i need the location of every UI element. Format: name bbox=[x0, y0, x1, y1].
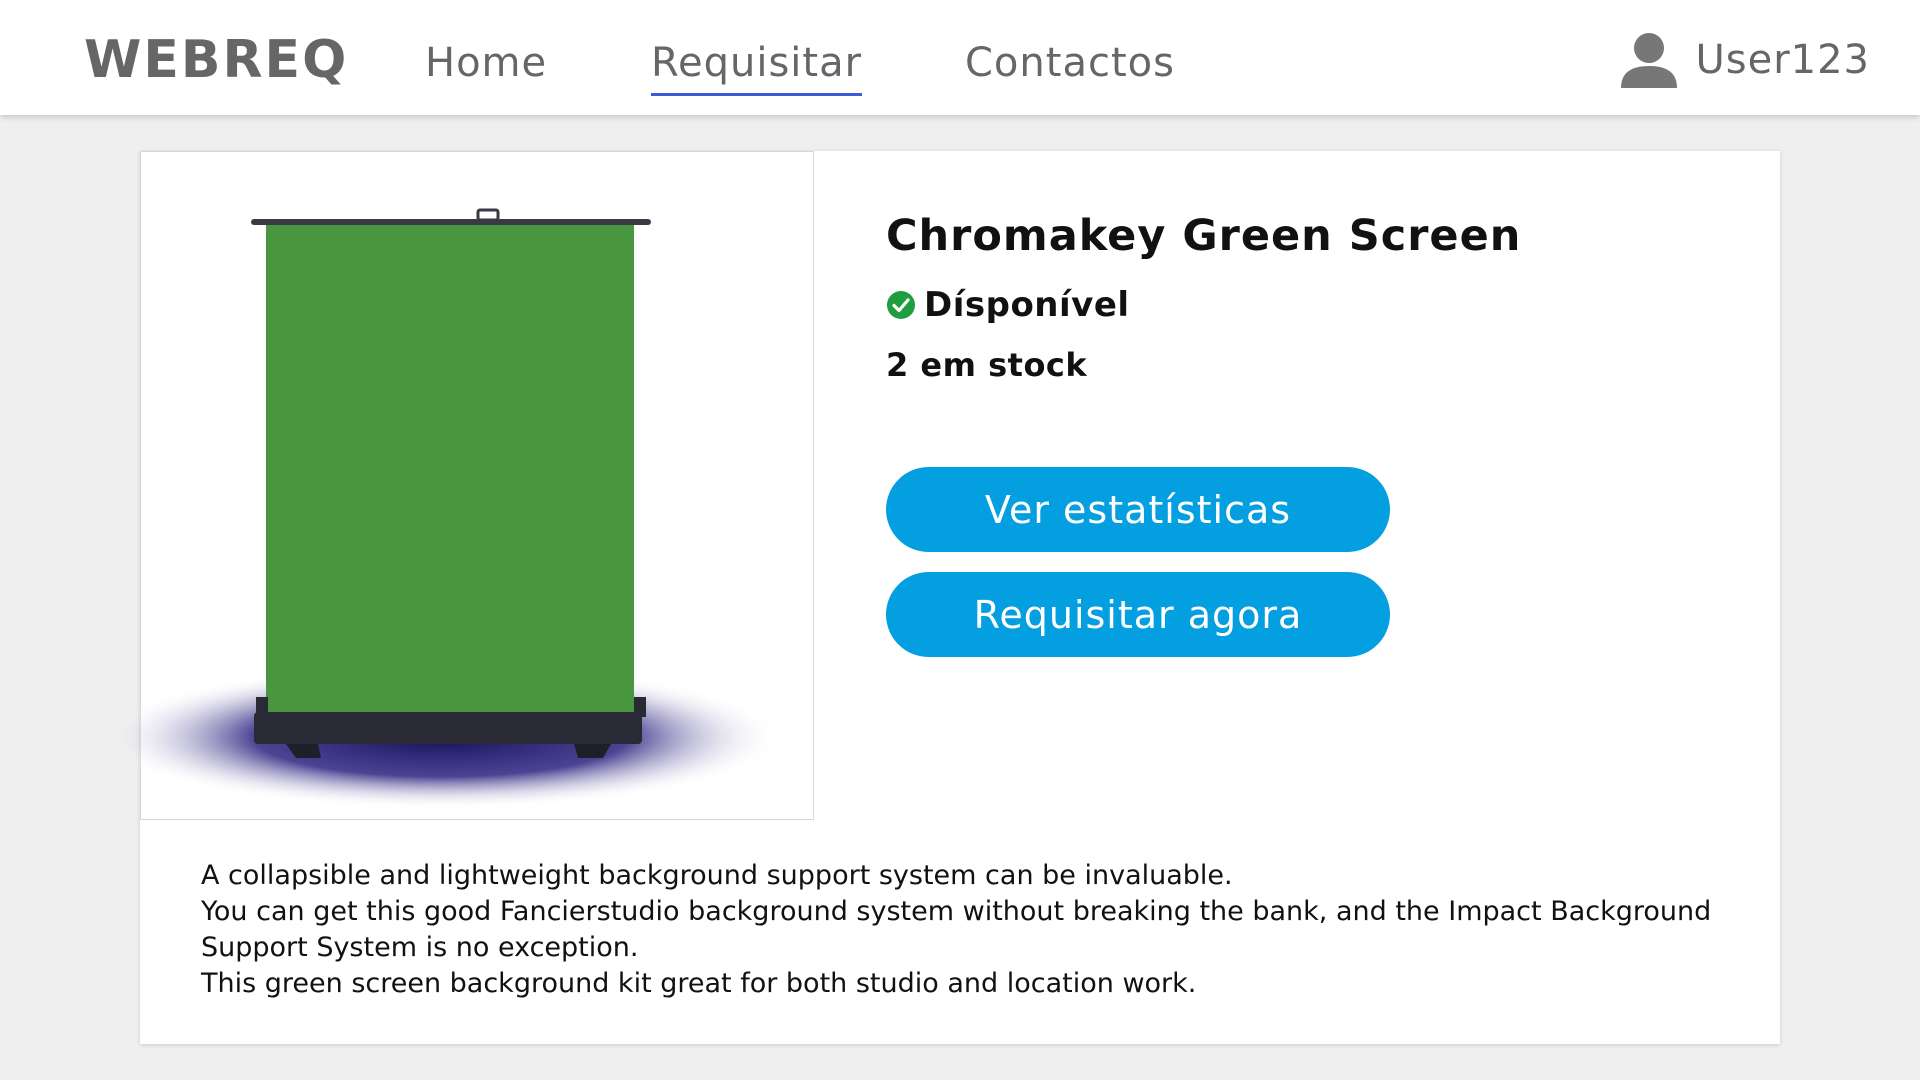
top-navigation-bar: WEBREQ Home Requisitar Contactos User123 bbox=[0, 0, 1920, 115]
product-title: Chromakey Green Screen bbox=[886, 211, 1522, 261]
product-description: A collapsible and lightweight background… bbox=[201, 858, 1761, 1002]
stock-count: 2 em stock bbox=[886, 346, 1088, 384]
availability-status: Dísponível bbox=[886, 285, 1130, 325]
user-icon bbox=[1621, 33, 1678, 88]
nav-requisitar[interactable]: Requisitar bbox=[651, 40, 863, 96]
green-screen-image bbox=[101, 208, 781, 809]
check-circle-icon bbox=[887, 291, 915, 319]
product-card: Chromakey Green Screen Dísponível 2 em s… bbox=[101, 151, 1780, 1044]
request-now-button[interactable]: Requisitar agora bbox=[886, 572, 1390, 657]
description-line: You can get this good Fancierstudio back… bbox=[201, 896, 1712, 963]
description-line: This green screen background kit great f… bbox=[201, 968, 1197, 999]
product-image bbox=[101, 151, 814, 820]
brand-logo[interactable]: WEBREQ bbox=[84, 30, 348, 90]
nav-contactos[interactable]: Contactos bbox=[965, 40, 1175, 86]
description-line: A collapsible and lightweight background… bbox=[201, 860, 1233, 891]
user-menu[interactable]: User123 bbox=[1619, 30, 1870, 90]
view-statistics-button[interactable]: Ver estatísticas bbox=[886, 467, 1390, 552]
nav-home[interactable]: Home bbox=[425, 40, 547, 86]
availability-label: Dísponível bbox=[924, 285, 1130, 325]
user-name: User123 bbox=[1695, 37, 1870, 83]
green-screen-panel bbox=[266, 225, 634, 730]
